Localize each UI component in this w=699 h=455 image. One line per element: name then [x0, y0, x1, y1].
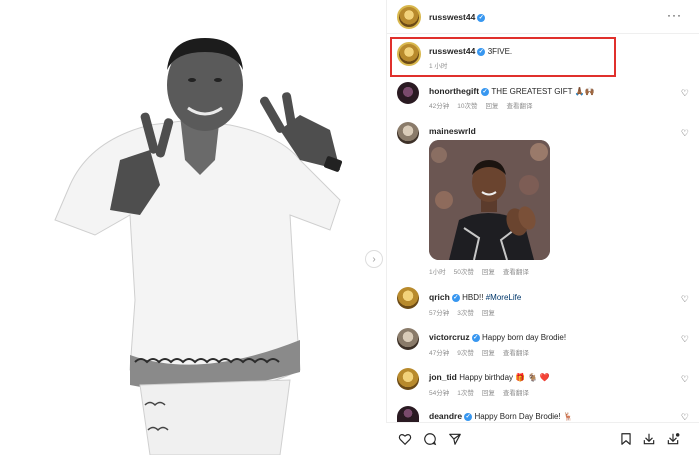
translate-button[interactable]: 查看翻译 [506, 103, 532, 110]
comment-time[interactable]: 54分钟 [429, 390, 449, 397]
comment-avatar[interactable] [397, 82, 419, 104]
comment-icon[interactable] [423, 432, 437, 446]
comment-time[interactable]: 57分钟 [429, 310, 449, 317]
heart-icon[interactable]: ♡ [681, 88, 689, 99]
action-bar [386, 422, 699, 455]
heart-icon[interactable]: ♡ [681, 128, 689, 139]
translate-button[interactable]: 查看翻译 [503, 390, 529, 397]
comment-username[interactable]: victorcruz [429, 332, 470, 342]
comment-username[interactable]: maineswrld [429, 126, 476, 136]
more-horizontal-icon[interactable]: ··· [667, 8, 682, 22]
comment-text: THE GREATEST GIFT 🙏🏾🙌🏾 [491, 87, 595, 96]
reply-button[interactable]: 回复 [482, 390, 495, 397]
comment-row: jon_tid Happy birthday 🎁 🐐 ❤️ [429, 372, 550, 382]
comment-meta: 42分钟 10次赞 回复 查看翻译 [429, 100, 540, 110]
caption-highlight-box [390, 37, 616, 77]
comment-likes[interactable]: 10次赞 [457, 103, 477, 110]
reply-button[interactable]: 回复 [485, 103, 498, 110]
comment-time[interactable]: 47分钟 [429, 350, 449, 357]
comment-avatar[interactable] [397, 122, 419, 144]
reply-button[interactable]: 回复 [482, 269, 495, 276]
heart-icon[interactable]: ♡ [681, 374, 689, 385]
download-icon[interactable] [666, 432, 680, 446]
gif-illustration [429, 140, 550, 260]
verified-badge-icon: ✓ [451, 293, 460, 302]
comment-username[interactable]: jon_tid [429, 372, 457, 382]
comment-gif[interactable] [429, 140, 550, 260]
share-icon[interactable] [448, 432, 462, 446]
comment-text: HBD!! [462, 293, 486, 302]
hashtag-link[interactable]: #MoreLife [486, 293, 522, 302]
comment-text: Happy born day Brodie! [482, 333, 567, 342]
comment-row: victorcruz ✓ Happy born day Brodie! [429, 332, 566, 342]
comment-meta: 47分钟 9次赞 回复 查看翻译 [429, 347, 537, 357]
comment-username[interactable]: qrich [429, 292, 450, 302]
comment-meta: 1小时 50次赞 回复 查看翻译 [429, 266, 537, 276]
comment-likes[interactable]: 9次赞 [457, 350, 474, 357]
comment-likes[interactable]: 3次赞 [457, 310, 474, 317]
comment-username[interactable]: deandre [429, 411, 462, 421]
verified-badge-icon: ✓ [477, 13, 486, 22]
comment-time[interactable]: 1小时 [429, 269, 446, 276]
next-photo-button[interactable]: › [365, 250, 383, 268]
heart-icon[interactable]: ♡ [681, 294, 689, 305]
reply-button[interactable]: 回复 [482, 350, 495, 357]
comment-meta: 54分钟 1次赞 回复 查看翻译 [429, 387, 537, 397]
verified-badge-icon: ✓ [481, 87, 490, 96]
comment-avatar[interactable] [397, 328, 419, 350]
reply-button[interactable]: 回复 [482, 310, 495, 317]
bookmark-icon[interactable] [619, 432, 633, 446]
author-username[interactable]: russwest44 ✓ [429, 12, 486, 22]
comment-time[interactable]: 42分钟 [429, 103, 449, 110]
heart-icon[interactable] [398, 432, 412, 446]
comment-meta: 57分钟 3次赞 回复 [429, 307, 503, 317]
comment-avatar[interactable] [397, 287, 419, 309]
download-icon[interactable] [642, 432, 656, 446]
comment-text: Happy birthday 🎁 🐐 ❤️ [459, 373, 550, 382]
comment-row: honorthegift ✓ THE GREATEST GIFT 🙏🏾🙌🏾 [429, 86, 594, 96]
author-avatar[interactable] [397, 5, 421, 29]
comment-likes[interactable]: 50次赞 [454, 269, 474, 276]
comment-row: qrich ✓ HBD!! #MoreLife [429, 292, 521, 302]
translate-button[interactable]: 查看翻译 [503, 350, 529, 357]
comment-username[interactable]: honorthegift [429, 86, 479, 96]
comment-row: deandre ✓ Happy Born Day Brodie! 🦌 [429, 411, 573, 421]
author-username-text[interactable]: russwest44 [429, 12, 475, 22]
translate-button[interactable]: 查看翻译 [503, 269, 529, 276]
post-header: russwest44 ✓ ··· [387, 0, 699, 34]
comment-avatar[interactable] [397, 406, 419, 422]
post-photo: › [0, 0, 386, 455]
verified-badge-icon: ✓ [464, 412, 473, 421]
comment-avatar[interactable] [397, 368, 419, 390]
verified-badge-icon: ✓ [471, 333, 480, 342]
comment-text: Happy Born Day Brodie! 🦌 [474, 412, 573, 421]
heart-icon[interactable]: ♡ [681, 334, 689, 345]
comment-row: maineswrld [429, 126, 476, 136]
comment-likes[interactable]: 1次赞 [457, 390, 474, 397]
photo-illustration [54, 38, 343, 455]
